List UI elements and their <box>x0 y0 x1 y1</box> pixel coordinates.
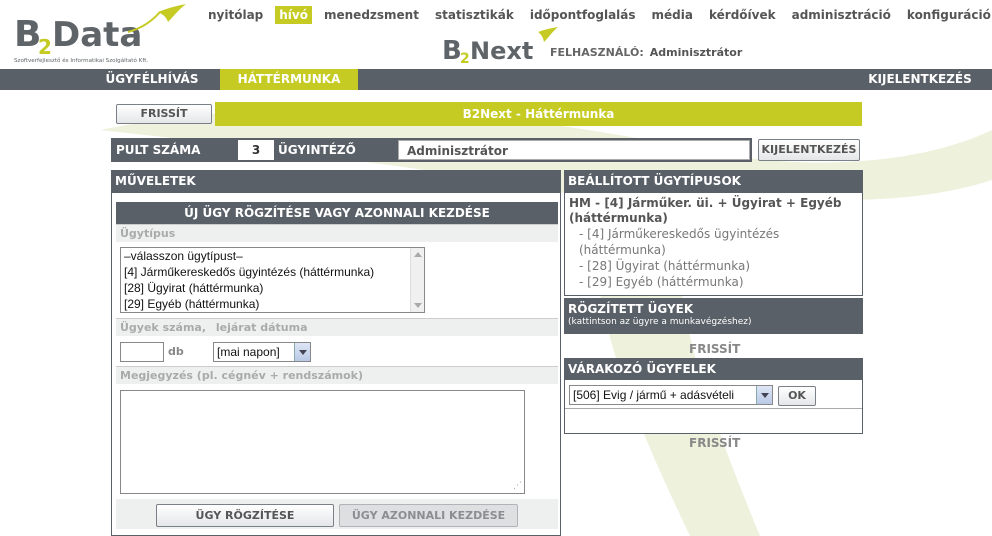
deadline-value: [mai napon] <box>217 345 280 359</box>
user-name: Adminisztrátor <box>649 46 743 59</box>
nav-konfiguracio[interactable]: konfiguráció <box>907 6 991 24</box>
chevron-down-icon <box>756 386 772 404</box>
waiting-select[interactable]: [506] Evig / jármű + adásvételi <box>569 385 773 405</box>
refresh-button[interactable]: FRISSÍT <box>116 104 212 124</box>
ok-button[interactable]: OK <box>778 386 816 406</box>
subnav-hattermunka[interactable]: HÁTTÉRMUNKA <box>220 69 358 90</box>
deadline-label: lejárat dátuma <box>215 321 308 334</box>
waiting-header: VÁRAKOZÓ ÜGYFELEK <box>564 358 863 380</box>
nav-media[interactable]: média <box>652 6 693 24</box>
note-textarea[interactable]: ⋰ <box>120 390 525 494</box>
operations-header: MŰVELETEK <box>111 170 561 193</box>
divider <box>565 408 862 409</box>
note-label: Megjegyzés (pl. cégnév + rendszámok) <box>116 366 558 384</box>
type-option[interactable]: [29] Egyéb (háttérmunka) <box>121 296 424 312</box>
type-label: Ügytípus <box>116 224 558 242</box>
deadline-select[interactable]: [mai napon] <box>213 342 311 362</box>
count-unit: db <box>168 345 184 358</box>
svg-text:2: 2 <box>38 35 52 59</box>
b2next-logo: B 2 Next <box>442 27 558 66</box>
waiting-selected: [506] Evig / jármű + adásvételi <box>573 388 735 402</box>
nav-kerdoivek[interactable]: kérdőívek <box>709 6 776 24</box>
pult-label: PULT SZÁMA <box>116 143 201 157</box>
nav-adminisztracio[interactable]: adminisztráció <box>792 6 891 24</box>
count-deadline-labels: Ügyek száma, lejárat dátuma <box>116 318 558 336</box>
b2data-logo: B 2 Data Szoftverfejlesztő és Informatik… <box>14 4 186 64</box>
logout-link[interactable]: KIJELENTKEZÉS <box>868 69 972 90</box>
new-case-title: ÚJ ÜGY RÖGZÍTÉSE VAGY AZONNALI KEZDÉSE <box>116 202 558 224</box>
pult-logout-button[interactable]: KIJELENTKEZÉS <box>758 139 860 161</box>
nav-idopontfoglalas[interactable]: időpontfoglalás <box>530 6 636 24</box>
count-label: Ügyek száma, <box>120 321 207 334</box>
pult-number: 3 <box>238 140 274 160</box>
logo-tagline: Szoftverfejlesztő és Informatikai Szolgá… <box>14 57 148 64</box>
recorded-refresh-link[interactable]: FRISSÍT <box>689 342 740 356</box>
resize-grip-icon[interactable]: ⋰ <box>513 481 522 491</box>
top-navigation: nyitólap hívó menedzsment statisztikák i… <box>208 6 992 24</box>
operations-panel: ÚJ ÜGY RÖGZÍTÉSE VAGY AZONNALI KEZDÉSE Ü… <box>111 193 561 536</box>
user-info: FELHASZNÁLÓ: Adminisztrátor <box>550 46 742 59</box>
type-option[interactable]: [4] Járműkereskedős ügyintézés (háttérmu… <box>121 264 424 280</box>
case-count-input[interactable] <box>120 342 164 362</box>
svg-text:B: B <box>442 36 462 66</box>
chevron-down-icon <box>294 343 310 361</box>
type-option[interactable]: [28] Ügyirat (háttérmunka) <box>121 280 424 296</box>
type-item: - [28] Ügyirat (háttérmunka) <box>579 259 751 273</box>
nav-nyitolap[interactable]: nyitólap <box>208 6 263 24</box>
waiting-refresh-link[interactable]: FRISSÍT <box>689 436 740 450</box>
nav-menedzsment[interactable]: menedzsment <box>324 6 419 24</box>
waiting-panel: [506] Evig / jármű + adásvételi <box>564 380 863 434</box>
page-title: B2Next - Háttérmunka <box>215 102 862 126</box>
recorded-header: RÖGZÍTETT ÜGYEK (kattintson az ügyre a m… <box>564 298 863 334</box>
type-listbox[interactable]: –válasszon ügytípust– [4] Járműkereskedő… <box>120 247 425 313</box>
nav-statisztikak[interactable]: statisztikák <box>435 6 514 24</box>
agent-label: ÜGYINTÉZŐ <box>278 143 356 157</box>
nav-hivo[interactable]: hívó <box>275 6 312 24</box>
sub-navigation: ÜGYFÉLHÍVÁS HÁTTÉRMUNKA KIJELENTKEZÉS <box>0 69 992 90</box>
start-case-button[interactable]: ÜGY AZONNALI KEZDÉSE <box>339 504 518 527</box>
svg-text:Data: Data <box>52 15 142 55</box>
pult-row: PULT SZÁMA 3 ÜGYINTÉZŐ Adminisztrátor <box>111 138 752 162</box>
agent-name: Adminisztrátor <box>398 140 750 160</box>
type-option[interactable]: –válasszon ügytípust– <box>121 248 424 264</box>
subnav-ugyfelhivas[interactable]: ÜGYFÉLHÍVÁS <box>96 69 208 90</box>
svg-text:2: 2 <box>460 51 470 66</box>
type-item: - [4] Járműkereskedős ügyintézés (háttér… <box>579 227 780 257</box>
types-header: BEÁLLÍTOTT ÜGYTÍPUSOK <box>564 170 863 193</box>
recorded-title: RÖGZÍTETT ÜGYEK <box>568 302 694 316</box>
svg-text:Next: Next <box>470 37 533 65</box>
recorded-subtitle: (kattintson az ügyre a munkavégzéshez) <box>568 317 752 327</box>
listbox-scrollbar[interactable] <box>410 248 424 312</box>
user-label: FELHASZNÁLÓ: <box>550 46 644 59</box>
type-item: - [29] Egyéb (háttérmunka) <box>579 275 744 289</box>
record-case-button[interactable]: ÜGY RÖGZÍTÉSE <box>156 504 334 527</box>
main-type: HM - [4] Járműker. üi. + Ügyirat + Egyéb… <box>569 196 842 225</box>
types-panel: HM - [4] Járműker. üi. + Ügyirat + Egyéb… <box>564 193 863 296</box>
